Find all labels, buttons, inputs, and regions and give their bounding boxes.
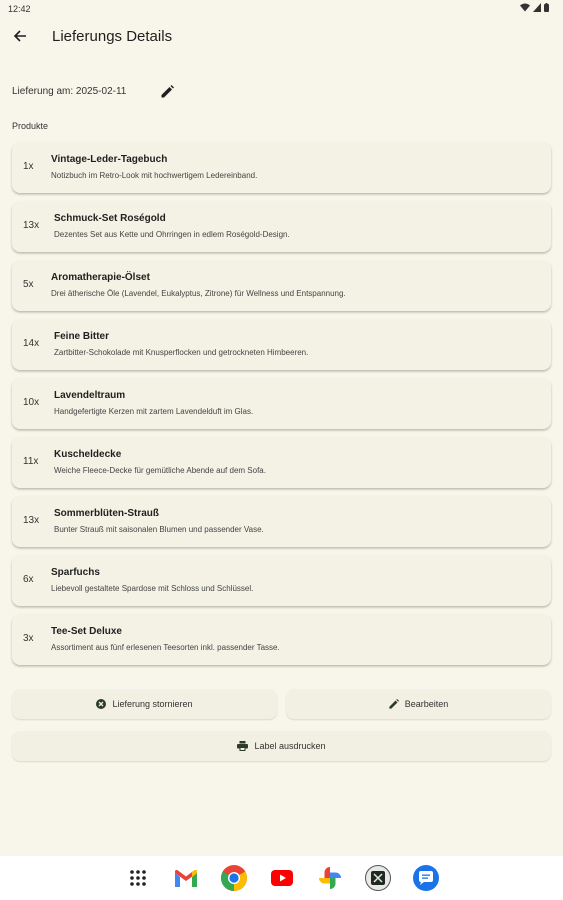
product-card[interactable]: 10x Lavendeltraum Handgefertigte Kerzen … [12,378,551,429]
product-qty: 10x [23,397,40,408]
product-qty: 11x [23,456,39,467]
product-qty: 3x [23,633,34,644]
battery-icon [544,3,549,12]
product-name: Kuscheldecke [54,449,122,460]
pencil-icon [161,84,174,97]
product-card[interactable]: 6x Sparfuchs Liebevoll gestaltete Spardo… [12,555,551,606]
edit-label: Bearbeiten [404,699,449,709]
print-label-button[interactable]: Label ausdrucken [12,731,551,761]
product-qty: 1x [23,161,34,172]
product-desc: Drei ätherische Öle (Lavendel, Eukalyptu… [51,289,346,298]
product-qty: 13x [23,515,40,526]
print-label-text: Label ausdrucken [254,741,326,751]
cancel-circle-icon [96,699,107,709]
pencil-icon [389,699,399,709]
cancel-delivery-label: Lieferung stornieren [112,699,193,709]
product-desc: Handgefertigte Kerzen mit zartem Lavende… [54,407,254,416]
app-drawer-icon[interactable] [124,864,152,892]
app-bar: Lieferungs Details [0,18,563,56]
product-card[interactable]: 14x Feine Bitter Zartbitter-Schokolade m… [12,319,551,370]
product-card[interactable]: 1x Vintage-Leder-Tagebuch Notizbuch im R… [12,142,551,193]
product-name: Feine Bitter [54,331,110,342]
product-name: Lavendeltraum [54,390,126,401]
product-desc: Bunter Strauß mit saisonalen Blumen und … [54,525,264,534]
product-card[interactable]: 13x Schmuck-Set Roségold Dezentes Set au… [12,201,551,252]
printer-icon [237,741,249,751]
edit-date-button[interactable] [158,82,176,100]
youtube-icon[interactable] [268,864,296,892]
edit-button[interactable]: Bearbeiten [286,689,551,719]
product-name: Aromatherapie-Ölset [51,272,150,283]
arrow-back-icon [13,30,26,42]
product-qty: 5x [23,279,34,290]
product-desc: Notizbuch im Retro-Look mit hochwertigem… [51,171,258,180]
product-desc: Assortiment aus fünf erlesenen Teesorten… [51,643,280,652]
product-name: Tee-Set Deluxe [51,626,122,637]
product-card[interactable]: 11x Kuscheldecke Weiche Fleece-Decke für… [12,437,551,488]
status-bar: 12:42 [0,0,563,18]
back-button[interactable] [8,24,32,48]
signal-icon [533,3,541,12]
products-section-title: Produkte [12,121,49,131]
status-time: 12:42 [8,4,31,14]
product-card[interactable]: 5x Aromatherapie-Ölset Drei ätherische Ö… [12,260,551,311]
product-qty: 6x [23,574,34,585]
product-desc: Liebevoll gestaltete Spardose mit Schlos… [51,584,254,593]
product-card[interactable]: 3x Tee-Set Deluxe Assortiment aus fünf e… [12,614,551,665]
status-icons [520,3,549,12]
product-qty: 14x [23,338,40,349]
wifi-icon [520,3,530,12]
cancel-delivery-button[interactable]: Lieferung stornieren [12,689,277,719]
product-desc: Zartbitter-Schokolade mit Knusperflocken… [54,348,309,357]
chrome-icon[interactable] [220,864,248,892]
app-icon[interactable] [364,864,392,892]
messages-icon[interactable] [412,864,440,892]
product-card[interactable]: 13x Sommerblüten-Strauß Bunter Strauß mi… [12,496,551,547]
product-name: Vintage-Leder-Tagebuch [51,154,168,165]
photos-icon[interactable] [316,864,344,892]
product-name: Sparfuchs [51,567,100,578]
product-name: Sommerblüten-Strauß [54,508,160,519]
delivery-date-label: Lieferung am: 2025-02-11 [12,85,127,97]
product-desc: Weiche Fleece-Decke für gemütliche Abend… [54,466,266,475]
gmail-icon[interactable] [172,864,200,892]
product-name: Schmuck-Set Roségold [54,213,166,224]
product-qty: 13x [23,220,40,231]
app-dock [0,856,563,900]
product-desc: Dezentes Set aus Kette und Ohrringen in … [54,230,290,239]
page-title: Lieferungs Details [52,28,173,45]
